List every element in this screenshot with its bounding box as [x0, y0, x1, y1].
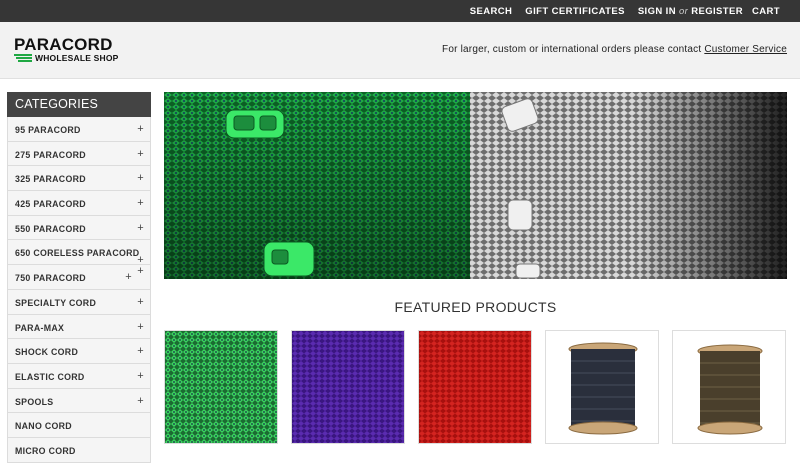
- product-image: [419, 331, 531, 443]
- cart-link[interactable]: CART: [752, 6, 780, 17]
- category-item[interactable]: 325 PARACORD +: [7, 166, 151, 192]
- category-label: SPOOLS: [15, 396, 54, 407]
- expand-plus-icon[interactable]: +: [137, 296, 144, 308]
- contact-notice: For larger, custom or international orde…: [442, 44, 787, 55]
- product-image: [292, 331, 404, 443]
- category-label: 425 PARACORD: [15, 199, 86, 210]
- category-label: ELASTIC CORD: [15, 371, 85, 382]
- logo-subtitle: WHOLESALE SHOP: [35, 53, 119, 63]
- category-label: SHOCK CORD: [15, 347, 79, 358]
- expand-plus-icon[interactable]: +: [137, 370, 144, 382]
- category-item[interactable]: SPECIALTY CORD +: [7, 289, 151, 315]
- category-label: 95 PARACORD: [15, 125, 81, 135]
- category-label: SPECIALTY CORD: [15, 297, 97, 308]
- expand-plus-icon[interactable]: +: [125, 271, 132, 283]
- logo-title: PARACORD: [14, 35, 113, 54]
- or-text: or: [678, 5, 689, 17]
- category-label: 550 PARACORD: [15, 223, 86, 234]
- category-item[interactable]: 650 CORELESS PARACORD +: [7, 240, 151, 266]
- product-image: [546, 331, 658, 443]
- search-link[interactable]: SEARCH: [470, 6, 513, 17]
- category-item[interactable]: 550 PARACORD +: [7, 215, 151, 241]
- category-item[interactable]: 425 PARACORD +: [7, 191, 151, 216]
- expand-plus-icon[interactable]: +: [137, 148, 144, 160]
- expand-plus-icon[interactable]: +: [137, 321, 144, 333]
- product-card-green-camo[interactable]: [164, 330, 278, 444]
- site-logo[interactable]: PARACORD WHOLESALE SHOP: [14, 36, 126, 66]
- category-item[interactable]: PARA-MAX +: [7, 314, 151, 340]
- gift-certificates-link[interactable]: GIFT CERTIFICATES: [525, 6, 625, 17]
- contact-text: For larger, custom or international orde…: [442, 44, 705, 55]
- site-header: PARACORD WHOLESALE SHOP For larger, cust…: [0, 22, 800, 79]
- product-image: [165, 331, 277, 443]
- category-item[interactable]: 750 PARACORD + +: [7, 265, 151, 290]
- featured-products-grid: [164, 330, 787, 450]
- category-label: MICRO CORD: [15, 445, 76, 456]
- hero-image: [164, 92, 787, 279]
- expand-plus-icon[interactable]: +: [137, 395, 144, 407]
- category-item[interactable]: NANO CORD: [7, 413, 151, 438]
- expand-plus-icon[interactable]: +: [137, 197, 144, 209]
- register-link[interactable]: REGISTER: [691, 6, 743, 17]
- customer-service-link[interactable]: Customer Service: [704, 44, 787, 55]
- category-label: NANO CORD: [15, 421, 72, 432]
- category-item[interactable]: SPOOLS +: [7, 388, 151, 414]
- top-nav: SEARCH GIFT CERTIFICATES SIGN IN or REGI…: [470, 0, 780, 22]
- category-item[interactable]: SHOCK CORD +: [7, 339, 151, 364]
- product-card-black-spool[interactable]: [545, 330, 659, 444]
- hero-banner[interactable]: [164, 92, 787, 279]
- category-label: 750 PARACORD: [15, 273, 86, 284]
- categories-sidebar: CATEGORIES 95 PARACORD +275 PARACORD +325 …: [7, 92, 151, 463]
- top-bar: SEARCH GIFT CERTIFICATES SIGN IN or REGI…: [0, 0, 800, 22]
- category-item[interactable]: MICRO CORD: [7, 437, 151, 463]
- expand-plus-icon[interactable]: +: [137, 265, 144, 277]
- expand-plus-icon[interactable]: +: [137, 222, 144, 234]
- expand-plus-icon[interactable]: +: [137, 123, 144, 135]
- expand-plus-icon[interactable]: +: [137, 345, 144, 357]
- logo-stripes-icon: [14, 54, 34, 64]
- expand-plus-icon[interactable]: +: [137, 172, 144, 184]
- product-card-purple[interactable]: [291, 330, 405, 444]
- product-card-red[interactable]: [418, 330, 532, 444]
- category-label: PARA-MAX: [15, 322, 65, 333]
- categories-list: 95 PARACORD +275 PARACORD +325 PARACORD +42…: [7, 117, 151, 463]
- category-item[interactable]: 275 PARACORD +: [7, 141, 151, 167]
- sign-in-link[interactable]: SIGN IN: [638, 6, 676, 17]
- product-image: [673, 331, 785, 443]
- category-item[interactable]: ELASTIC CORD +: [7, 363, 151, 389]
- category-label: 650 CORELESS PARACORD: [15, 248, 140, 259]
- featured-products-title: FEATURED PRODUCTS: [394, 299, 557, 315]
- categories-title: CATEGORIES: [7, 92, 151, 117]
- category-label: 325 PARACORD: [15, 174, 86, 185]
- category-label: 275 PARACORD: [15, 149, 86, 160]
- product-card-camo-spool[interactable]: [672, 330, 786, 444]
- category-item[interactable]: 95 PARACORD +: [7, 117, 151, 142]
